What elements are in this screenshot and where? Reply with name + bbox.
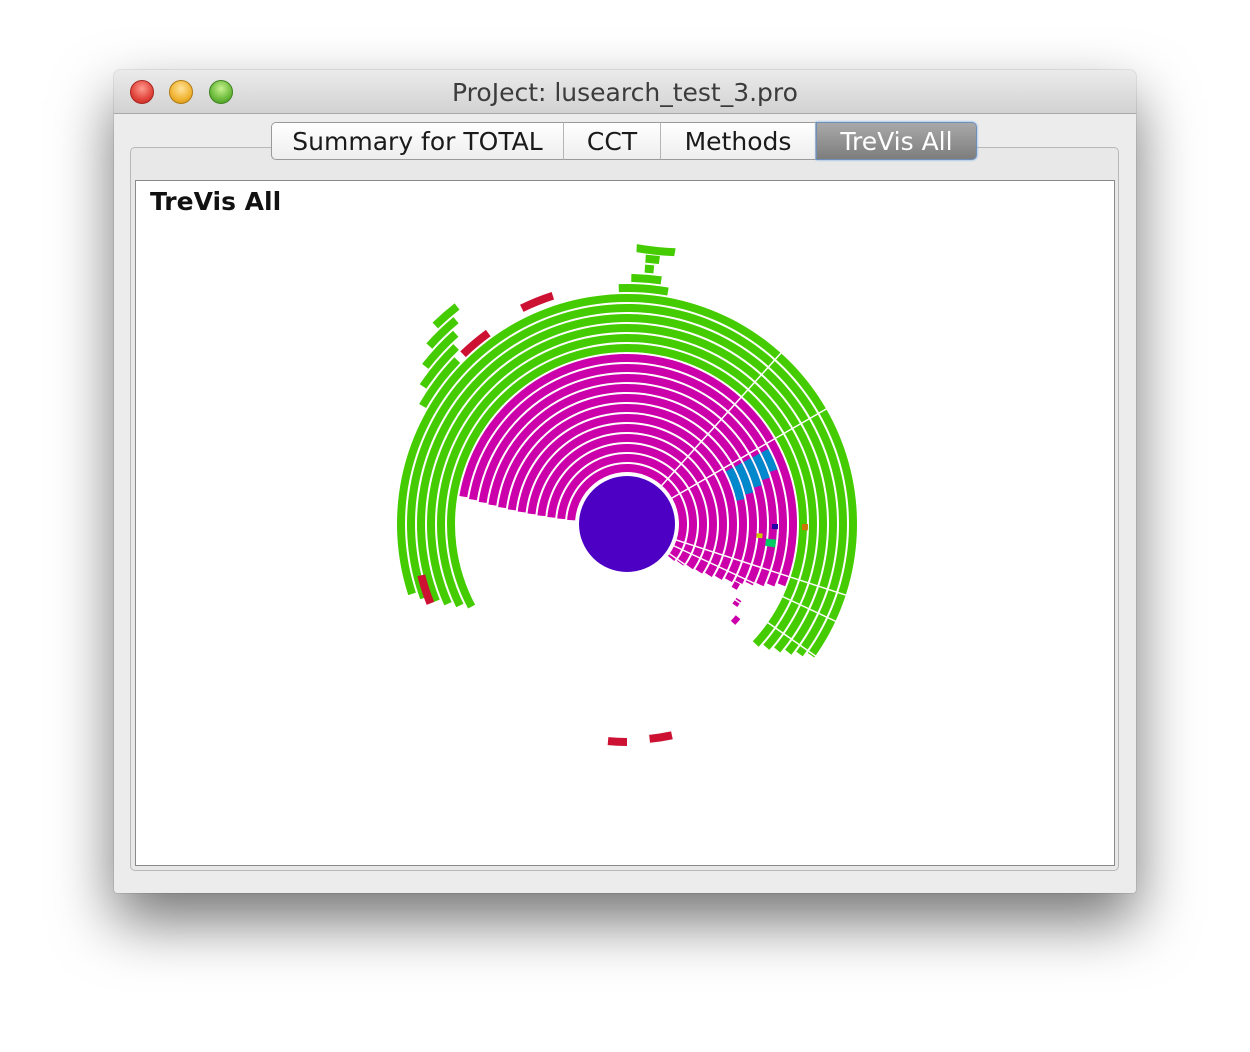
sunburst-segment[interactable] <box>644 264 655 274</box>
tab-summary-total[interactable]: Summary for TOTAL <box>271 122 564 160</box>
tab-bar: Summary for TOTAL CCT Methods TreVis All <box>271 122 977 162</box>
sunburst-root-node[interactable] <box>577 474 677 574</box>
sunburst-segment[interactable] <box>649 731 673 743</box>
title-bar[interactable]: ProJect: lusearch_test_3.pro <box>114 70 1136 114</box>
window-title: ProJect: lusearch_test_3.pro <box>452 78 798 107</box>
tab-methods[interactable]: Methods <box>661 122 816 160</box>
sunburst-segment[interactable] <box>771 524 778 530</box>
sunburst-segment[interactable] <box>778 518 785 527</box>
sunburst-segment[interactable] <box>765 538 777 548</box>
sunburst-segment[interactable] <box>787 535 795 545</box>
tab-trevis-all[interactable]: TreVis All <box>816 122 977 160</box>
tab-cct[interactable]: CCT <box>564 122 661 160</box>
sunburst-segment[interactable] <box>767 503 775 512</box>
sunburst-segment[interactable] <box>645 254 660 264</box>
sunburst-segment[interactable] <box>636 244 676 257</box>
app-window: ProJect: lusearch_test_3.pro Summary for… <box>114 70 1136 893</box>
sunburst-visualization[interactable] <box>136 181 1114 865</box>
sunburst-segment[interactable] <box>618 284 669 296</box>
sunburst-segment[interactable] <box>730 615 741 625</box>
sunburst-segment[interactable] <box>607 737 627 746</box>
sunburst-segment[interactable] <box>756 533 763 539</box>
sunburst-segment[interactable] <box>801 524 808 531</box>
sunburst-segment[interactable] <box>631 274 662 285</box>
sunburst-segment[interactable] <box>731 581 741 590</box>
trevis-panel: TreVis All <box>135 180 1115 866</box>
